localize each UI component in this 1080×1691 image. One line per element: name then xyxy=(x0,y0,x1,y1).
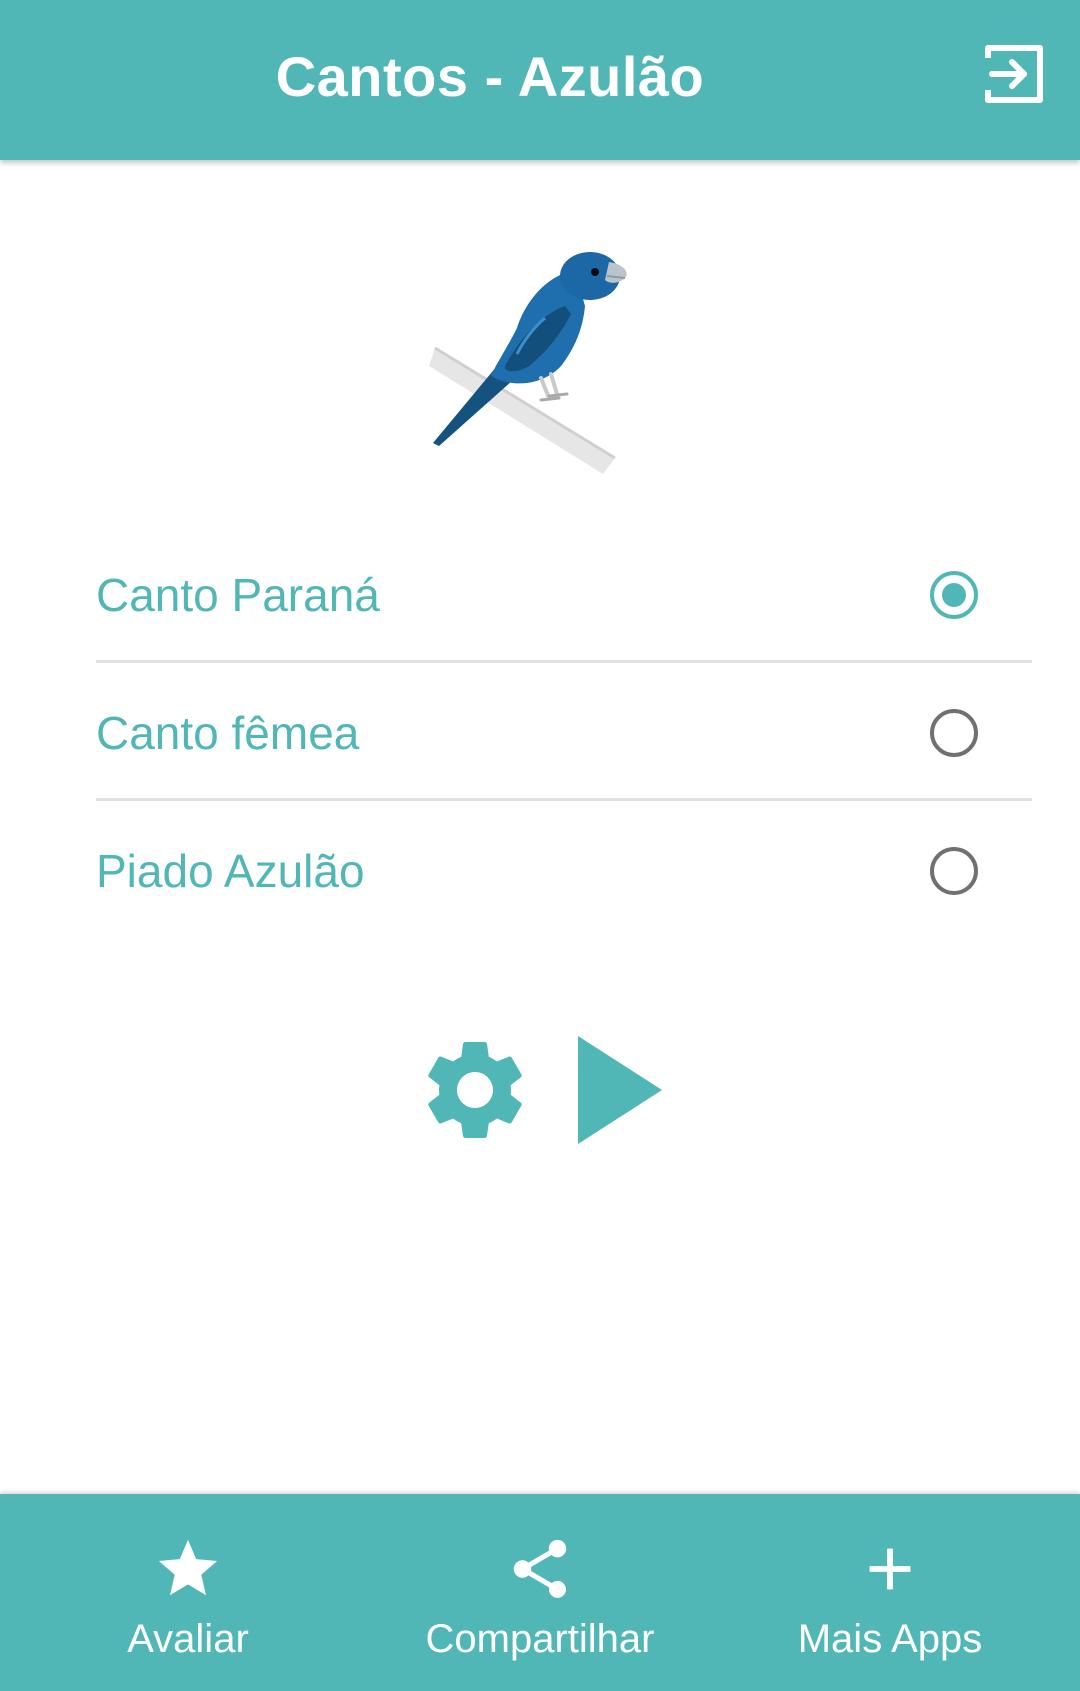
exit-to-app-icon xyxy=(985,45,1043,103)
exit-button[interactable] xyxy=(982,42,1046,106)
play-button[interactable] xyxy=(570,1030,670,1150)
option-label: Canto Paraná xyxy=(96,569,380,621)
radio-button-selected[interactable] xyxy=(930,571,978,619)
option-canto-femea[interactable]: Canto fêmea xyxy=(96,663,1032,801)
nav-label: Compartilhar xyxy=(425,1617,655,1661)
option-label: Piado Azulão xyxy=(96,845,365,897)
song-options-list: Canto Paraná Canto fêmea Piado Azulão xyxy=(96,525,1032,939)
play-icon xyxy=(578,1036,662,1144)
radio-button[interactable] xyxy=(930,709,978,757)
bottom-nav: Avaliar Compartilhar Mais Apps xyxy=(0,1494,1080,1691)
plus-icon xyxy=(869,1548,911,1590)
playback-controls xyxy=(415,1030,675,1150)
nav-label: Mais Apps xyxy=(797,1617,983,1661)
settings-button[interactable] xyxy=(415,1030,535,1150)
nav-compartilhar[interactable]: Compartilhar xyxy=(400,1494,680,1691)
app-bar: Cantos - Azulão xyxy=(0,0,1080,160)
option-label: Canto fêmea xyxy=(96,707,360,759)
nav-mais-apps[interactable]: Mais Apps xyxy=(780,1494,1000,1691)
gear-icon xyxy=(428,1042,522,1138)
option-piado-azulao[interactable]: Piado Azulão xyxy=(96,801,1032,939)
option-canto-parana[interactable]: Canto Paraná xyxy=(96,525,1032,663)
nav-label: Avaliar xyxy=(127,1617,249,1661)
radio-button[interactable] xyxy=(930,847,978,895)
bird-image xyxy=(425,248,655,484)
star-icon xyxy=(158,1539,218,1596)
page-title: Cantos - Azulão xyxy=(275,45,705,108)
bird-icon xyxy=(429,252,627,474)
nav-avaliar[interactable]: Avaliar xyxy=(88,1494,288,1691)
share-icon xyxy=(513,1539,567,1598)
